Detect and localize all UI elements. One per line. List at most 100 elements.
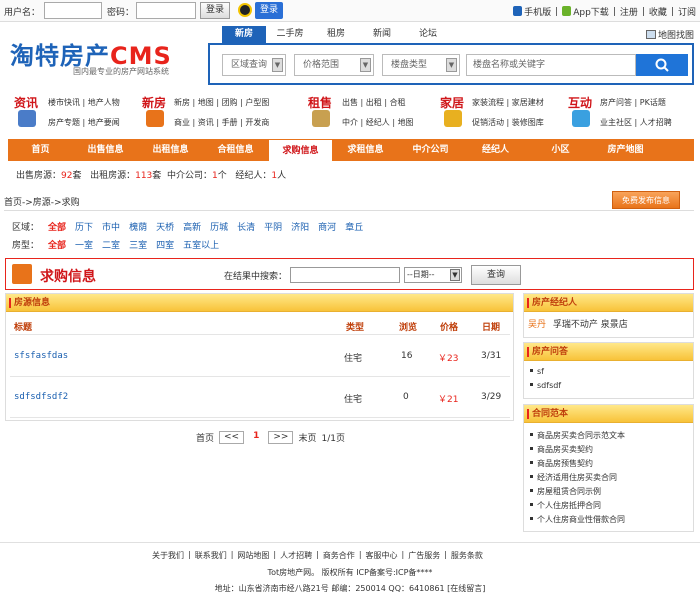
- password-input[interactable]: [136, 2, 196, 19]
- keyword-input[interactable]: 楼盘名称或关键字: [466, 54, 636, 76]
- list-item[interactable]: 商品房买卖契约: [524, 443, 693, 457]
- search-button[interactable]: [636, 54, 688, 76]
- room-option[interactable]: 一室: [75, 238, 93, 251]
- nav-community[interactable]: 小区: [528, 139, 593, 161]
- subscribe-link[interactable]: 订阅: [678, 5, 696, 18]
- current-page[interactable]: 1: [249, 431, 263, 444]
- login-button[interactable]: 登录: [200, 2, 230, 19]
- footer: 关于我们 | 联系我们 | 网站地图 | 人才招聘 | 商务合作 | 客服中心 | 广告服务…: [0, 542, 700, 606]
- register-link[interactable]: 注册: [620, 5, 638, 18]
- area-option[interactable]: 商河: [318, 220, 336, 233]
- username-input[interactable]: [44, 2, 102, 19]
- footer-link[interactable]: 关于我们: [152, 550, 184, 561]
- list-item[interactable]: 经济适用住房买卖合同: [524, 471, 693, 485]
- last-page-link[interactable]: 末页: [298, 431, 316, 444]
- room-option[interactable]: 五室以上: [183, 238, 219, 251]
- broker-company[interactable]: 孚瑞不动产 泉景店: [553, 320, 628, 330]
- footer-link[interactable]: 人才招聘: [280, 550, 312, 561]
- phone-icon: [513, 6, 523, 16]
- filter-panel: 区域： 全部 历下 市中 槐荫 天桥 高新 历城 长清 平阴 济阳 商河 章丘 …: [4, 210, 694, 254]
- list-item[interactable]: 商品房买卖合同示范文本: [524, 429, 693, 443]
- building-icon: [312, 110, 330, 127]
- area-option[interactable]: 平阴: [264, 220, 282, 233]
- broker-name[interactable]: 吴丹: [528, 320, 546, 330]
- qq-icon: [238, 3, 252, 17]
- stats-bar: 出售房源：92套 出租房源：113套 中介公司：1个 经纪人：1人: [16, 171, 287, 181]
- footer-link[interactable]: 商务合作: [323, 550, 355, 561]
- broker-panel: 房产经纪人 吴丹 孚瑞不动产 泉景店: [523, 293, 694, 338]
- area-option[interactable]: 天桥: [156, 220, 174, 233]
- nav-agencies[interactable]: 中介公司: [398, 139, 463, 161]
- free-publish-button[interactable]: 免费发布信息: [612, 191, 680, 209]
- app-download-link[interactable]: App下载: [562, 5, 609, 18]
- nav-rent[interactable]: 出租信息: [138, 139, 203, 161]
- area-select[interactable]: 区域查询 ▼: [222, 54, 286, 76]
- query-button[interactable]: 查询: [471, 265, 521, 285]
- footer-link[interactable]: 客服中心: [366, 550, 398, 561]
- room-option[interactable]: 全部: [48, 238, 66, 251]
- nav-map[interactable]: 房产地图: [593, 139, 658, 161]
- nav-wanted-buy[interactable]: 求购信息: [268, 139, 333, 161]
- price-select[interactable]: 价格范围 ▼: [294, 54, 374, 76]
- list-item[interactable]: 个人住房商业性借款合同: [524, 513, 693, 527]
- nav-wanted-rent[interactable]: 求租信息: [333, 139, 398, 161]
- chevron-down-icon: ▼: [446, 58, 457, 72]
- room-option[interactable]: 三室: [129, 238, 147, 251]
- next-page-button[interactable]: >>: [268, 431, 294, 444]
- area-option[interactable]: 济阳: [291, 220, 309, 233]
- first-page-link[interactable]: 首页: [196, 431, 214, 444]
- room-type-filter: 房型： 全部 一室 二室 三室 四室 五室以上: [12, 238, 219, 251]
- tab-news[interactable]: 新闻: [360, 26, 404, 43]
- tab-forum[interactable]: 论坛: [406, 26, 450, 43]
- area-option[interactable]: 全部: [48, 220, 66, 233]
- nav-home[interactable]: 首页: [8, 139, 73, 161]
- qa-panel: 房产问答 sf sdfsdf: [523, 342, 694, 399]
- tab-second-hand[interactable]: 二手房: [268, 26, 312, 43]
- footer-link[interactable]: 联系我们: [195, 550, 227, 561]
- favorite-link[interactable]: 收藏: [649, 5, 667, 18]
- area-option[interactable]: 长清: [237, 220, 255, 233]
- area-option[interactable]: 高新: [183, 220, 201, 233]
- chevron-down-icon: ▼: [360, 58, 371, 72]
- rent-count: 113: [135, 171, 153, 181]
- mobile-link[interactable]: 手机版: [513, 5, 551, 18]
- area-option[interactable]: 市中: [102, 220, 120, 233]
- list-item[interactable]: 个人住房抵押合同: [524, 499, 693, 513]
- area-filter: 区域： 全部 历下 市中 槐荫 天桥 高新 历城 长清 平阴 济阳 商河 章丘: [12, 220, 363, 233]
- area-option[interactable]: 历城: [210, 220, 228, 233]
- area-option[interactable]: 章丘: [345, 220, 363, 233]
- qq-login-button[interactable]: 登录: [255, 2, 283, 19]
- pager: 首页 << 1 >> 末页 1/1页: [196, 431, 345, 444]
- area-option[interactable]: 槐荫: [129, 220, 147, 233]
- footer-link[interactable]: 服务条款: [451, 550, 483, 561]
- hammer-icon: [444, 110, 462, 127]
- contract-panel: 合同范本 商品房买卖合同示范文本 商品房买卖契约 商品房预售契约 经济适用住房买…: [523, 404, 694, 532]
- footer-link[interactable]: 网站地图: [237, 550, 269, 561]
- map-search-link[interactable]: 地图找图: [645, 28, 694, 41]
- area-option[interactable]: 历下: [75, 220, 93, 233]
- nav-shared-rent[interactable]: 合租信息: [203, 139, 268, 161]
- nav-brokers[interactable]: 经纪人: [463, 139, 528, 161]
- list-item[interactable]: 房屋租赁合同示例: [524, 485, 693, 499]
- property-type-select[interactable]: 楼盘类型 ▼: [382, 54, 460, 76]
- list-item[interactable]: sf: [524, 365, 693, 379]
- tab-new-house[interactable]: 新房: [222, 26, 266, 43]
- chevron-down-icon: ▼: [272, 58, 283, 72]
- listing-title-link[interactable]: sfsfasfdas: [14, 351, 68, 361]
- search-tabs: 新房 二手房 租房 新闻 论坛: [222, 26, 452, 43]
- android-icon: [562, 6, 572, 16]
- breadcrumb[interactable]: 首页->房源->求购: [4, 195, 80, 208]
- list-item[interactable]: 商品房预售契约: [524, 457, 693, 471]
- footer-link[interactable]: 广告服务: [408, 550, 440, 561]
- news-icon: [18, 110, 36, 127]
- room-option[interactable]: 二室: [102, 238, 120, 251]
- listing-title-link[interactable]: sdfsdfsdf2: [14, 392, 68, 402]
- list-item[interactable]: sdfsdf: [524, 379, 693, 393]
- date-select[interactable]: --日期-- ▼: [404, 267, 462, 283]
- room-option[interactable]: 四室: [156, 238, 174, 251]
- prev-page-button[interactable]: <<: [219, 431, 245, 444]
- tab-rent[interactable]: 租房: [314, 26, 358, 43]
- nav-sale[interactable]: 出售信息: [73, 139, 138, 161]
- result-search-input[interactable]: [290, 267, 400, 283]
- wanted-buy-bar: 求购信息 在结果中搜索： --日期-- ▼ 查询: [5, 258, 694, 290]
